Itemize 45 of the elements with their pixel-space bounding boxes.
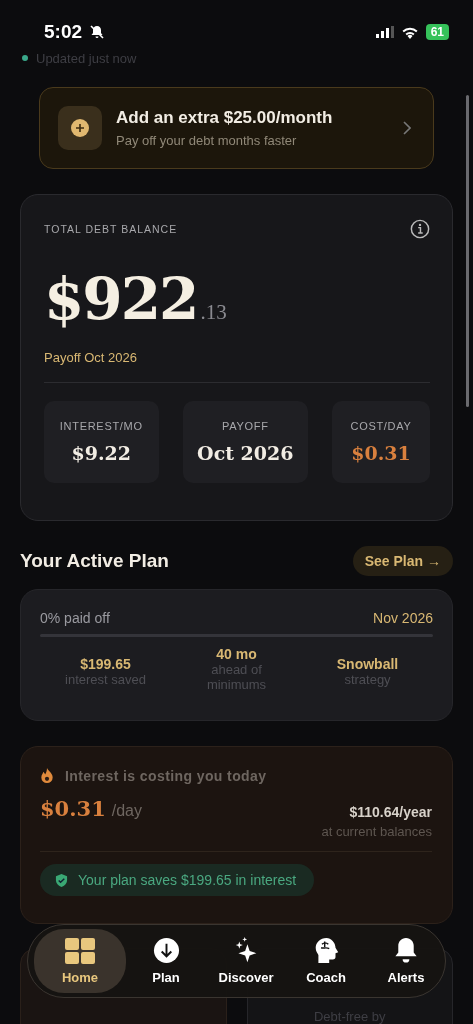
nav-tab[interactable]: Plan [126,929,206,993]
shield-check-icon [55,872,68,888]
yearly-caption: at current balances [321,824,432,839]
balance-amount: $922 [44,265,198,333]
see-plan-button[interactable]: See Plan → [352,546,453,576]
info-icon[interactable] [410,219,430,239]
payoff-date: Payoff Oct 2026 [44,350,138,365]
muted-bell-icon [89,24,106,40]
status-time: 5:02 [44,21,83,43]
interest-title: Interest is costing you today [65,767,267,784]
wifi-icon [400,25,419,39]
savings-text: Your plan saves $199.65 in interest [78,872,297,888]
promo-subtitle: Pay off your debt months faster [116,133,298,148]
stat-value: $9.22 [71,442,132,464]
status-dot-icon [22,55,28,61]
yearly-interest: $110.64/year [349,804,432,820]
signal-icon [375,26,394,38]
progress-label: 0% paid off [40,610,110,626]
promo-title: Add an extra $25.00/month [116,108,334,128]
plan-stat-value: 40 mo [216,646,257,662]
plan-stat-value: Snowball [336,656,399,672]
daily-unit: /day [111,802,142,820]
balance-cents: .13 [200,300,227,325]
flame-icon [40,767,54,784]
stat-value: $0.31 [351,442,411,464]
download-icon [152,937,180,964]
plus-icon [58,106,102,150]
nav-tab[interactable]: Alerts [366,929,446,993]
nav-tab[interactable]: Discover [206,929,286,993]
promo-card[interactable]: Add an extra $25.00/month Pay off your debt months faster [39,87,434,169]
stat-label: COST/DAY [350,420,412,432]
grid-icon [65,937,95,964]
plan-stat-value: $199.65 [80,656,131,672]
daily-interest: $0.31 [40,796,106,821]
stat-label: PAYOFF [222,420,269,432]
payoff-date: Nov 2026 [373,610,433,626]
battery-indicator: 61 [425,24,449,40]
stat-value: Oct 2026 [197,442,294,464]
balance-label: TOTAL DEBT BALANCE [44,223,178,235]
nav-tab[interactable]: Home [34,929,126,993]
bell-icon [393,937,419,964]
stat-label: INTEREST/MO [59,420,143,432]
nav-tab[interactable]: Coach [286,929,366,993]
chevron-right-icon [403,121,411,135]
section-heading: Your Active Plan [20,550,169,572]
